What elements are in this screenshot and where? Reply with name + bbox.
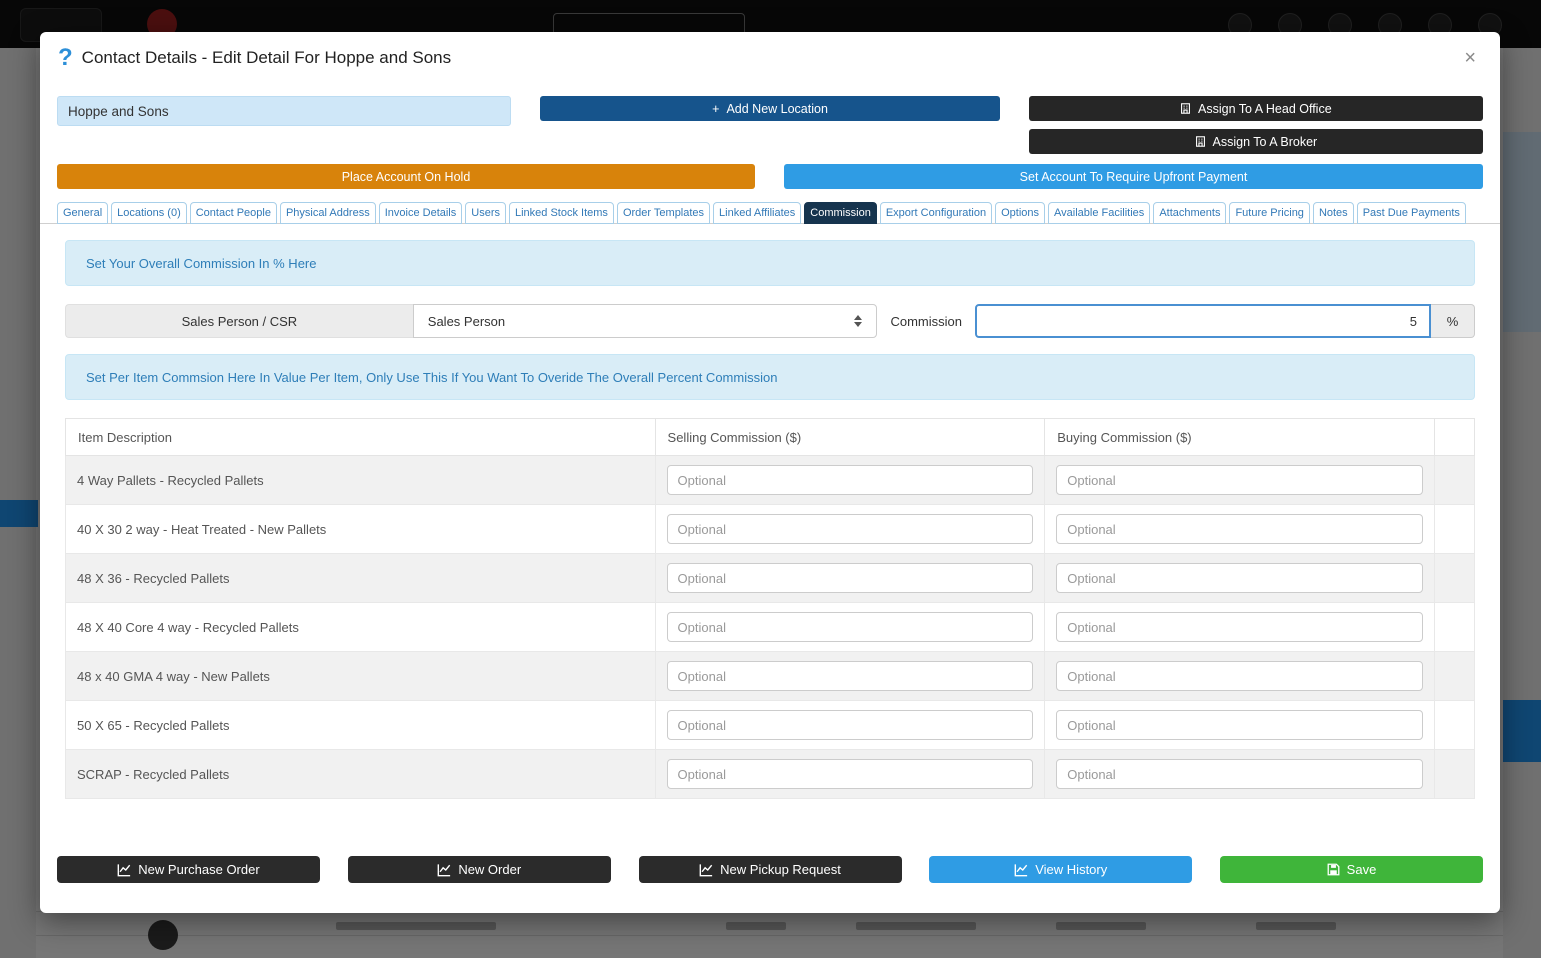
selling-commission-input[interactable] — [666, 759, 1034, 789]
chart-line-icon — [117, 863, 131, 877]
table-row: 48 X 40 Core 4 way - Recycled Pallets — [65, 602, 1476, 652]
footer-actions: New Purchase Order New Order New Pickup … — [57, 856, 1483, 883]
column-header-empty — [1433, 418, 1476, 456]
selling-commission-input[interactable] — [666, 661, 1034, 691]
per-item-commission-table: Item Description Selling Commission ($) … — [65, 418, 1476, 799]
save-button[interactable]: Save — [1220, 856, 1483, 883]
tab-attachments[interactable]: Attachments — [1153, 202, 1227, 224]
item-description: 48 X 36 - Recycled Pallets — [65, 553, 656, 603]
selling-commission-input[interactable] — [666, 514, 1034, 544]
modal-header: ? Contact Details - Edit Detail For Hopp… — [40, 32, 1500, 74]
buying-commission-input[interactable] — [1056, 514, 1423, 544]
save-icon — [1327, 863, 1340, 876]
tab-linked-stock-items[interactable]: Linked Stock Items — [509, 202, 614, 224]
overall-commission-row: Sales Person / CSR Sales Person Commissi… — [65, 304, 1475, 338]
table-row: SCRAP - Recycled Pallets — [65, 749, 1476, 799]
tab-contact-people[interactable]: Contact People — [189, 202, 277, 224]
plus-icon: + — [712, 101, 720, 116]
buying-commission-input[interactable] — [1056, 612, 1423, 642]
column-header-selling-commission: Selling Commission ($) — [654, 418, 1046, 456]
require-upfront-payment-button[interactable]: Set Account To Require Upfront Payment — [784, 164, 1483, 189]
assign-broker-button[interactable]: Assign To A Broker — [1028, 129, 1483, 154]
table-row: 48 X 36 - Recycled Pallets — [65, 553, 1476, 603]
table-header-row: Item Description Selling Commission ($) … — [65, 418, 1476, 456]
table-row: 48 x 40 GMA 4 way - New Pallets — [65, 651, 1476, 701]
item-description: 4 Way Pallets - Recycled Pallets — [65, 455, 656, 505]
selling-commission-input[interactable] — [666, 563, 1034, 593]
tab-future-pricing[interactable]: Future Pricing — [1229, 202, 1310, 224]
select-arrows-icon — [854, 315, 863, 327]
account-status-buttons: Place Account On Hold Set Account To Req… — [40, 164, 1500, 189]
new-purchase-order-button[interactable]: New Purchase Order — [57, 856, 320, 883]
view-history-button[interactable]: View History — [929, 856, 1193, 883]
contact-details-modal: ? Contact Details - Edit Detail For Hopp… — [40, 32, 1500, 913]
column-header-item-description: Item Description — [65, 418, 656, 456]
building-icon — [1195, 136, 1206, 147]
per-item-commission-info: Set Per Item Commsion Here In Value Per … — [65, 354, 1475, 400]
item-description: SCRAP - Recycled Pallets — [65, 749, 656, 799]
item-description: 48 X 40 Core 4 way - Recycled Pallets — [65, 602, 656, 652]
add-new-location-button[interactable]: + Add New Location — [540, 96, 1000, 121]
tab-invoice-details[interactable]: Invoice Details — [378, 202, 463, 224]
overall-commission-info: Set Your Overall Commission In % Here — [65, 240, 1475, 286]
building-icon — [1180, 103, 1191, 114]
tab-notes[interactable]: Notes — [1312, 202, 1354, 224]
buying-commission-input[interactable] — [1056, 563, 1423, 593]
table-row: 50 X 65 - Recycled Pallets — [65, 700, 1476, 750]
chart-line-icon — [699, 863, 713, 877]
new-pickup-request-button[interactable]: New Pickup Request — [638, 856, 902, 883]
sales-person-csr-label: Sales Person / CSR — [65, 304, 413, 338]
company-name-input[interactable] — [57, 96, 512, 126]
item-description: 50 X 65 - Recycled Pallets — [65, 700, 656, 750]
column-header-buying-commission: Buying Commission ($) — [1044, 418, 1435, 456]
tab-locations[interactable]: Locations (0) — [111, 202, 187, 224]
tab-export-configuration[interactable]: Export Configuration — [879, 202, 993, 224]
tab-general[interactable]: General — [57, 202, 109, 224]
item-description: 48 x 40 GMA 4 way - New Pallets — [65, 651, 656, 701]
selling-commission-input[interactable] — [666, 612, 1034, 642]
tab-options[interactable]: Options — [995, 202, 1046, 224]
selling-commission-input[interactable] — [666, 710, 1034, 740]
tab-available-facilities[interactable]: Available Facilities — [1048, 202, 1151, 224]
tab-order-templates[interactable]: Order Templates — [616, 202, 711, 224]
buying-commission-input[interactable] — [1056, 759, 1423, 789]
tab-physical-address[interactable]: Physical Address — [279, 202, 376, 224]
tab-commission[interactable]: Commission — [804, 202, 877, 224]
percent-addon: % — [1431, 304, 1475, 338]
assign-buttons: Assign To A Head Office Assign To A Brok… — [1028, 96, 1483, 154]
commission-label: Commission — [890, 313, 962, 329]
top-actions: + Add New Location Assign To A Head Offi… — [40, 96, 1500, 154]
buying-commission-input[interactable] — [1056, 661, 1423, 691]
tab-past-due-payments[interactable]: Past Due Payments — [1356, 202, 1466, 224]
help-icon[interactable]: ? — [58, 46, 73, 70]
tab-linked-affiliates[interactable]: Linked Affiliates — [713, 202, 802, 224]
tab-bar: General Locations (0) Contact People Phy… — [40, 202, 1500, 224]
sales-person-select[interactable]: Sales Person — [412, 304, 878, 338]
tab-users[interactable]: Users — [465, 202, 506, 224]
selling-commission-input[interactable] — [666, 465, 1034, 495]
close-icon[interactable]: × — [1458, 46, 1482, 70]
table-row: 40 X 30 2 way - Heat Treated - New Palle… — [65, 504, 1476, 554]
place-account-on-hold-button[interactable]: Place Account On Hold — [57, 164, 755, 189]
chart-line-icon — [1014, 863, 1028, 877]
item-description: 40 X 30 2 way - Heat Treated - New Palle… — [65, 504, 656, 554]
buying-commission-input[interactable] — [1056, 710, 1423, 740]
commission-input-group: % — [975, 304, 1475, 338]
table-row: 4 Way Pallets - Recycled Pallets — [65, 455, 1476, 505]
buying-commission-input[interactable] — [1056, 465, 1423, 495]
chart-line-icon — [437, 863, 451, 877]
assign-head-office-button[interactable]: Assign To A Head Office — [1028, 96, 1483, 121]
commission-percent-input[interactable] — [975, 304, 1431, 338]
modal-title: Contact Details - Edit Detail For Hoppe … — [81, 48, 452, 67]
new-order-button[interactable]: New Order — [347, 856, 611, 883]
